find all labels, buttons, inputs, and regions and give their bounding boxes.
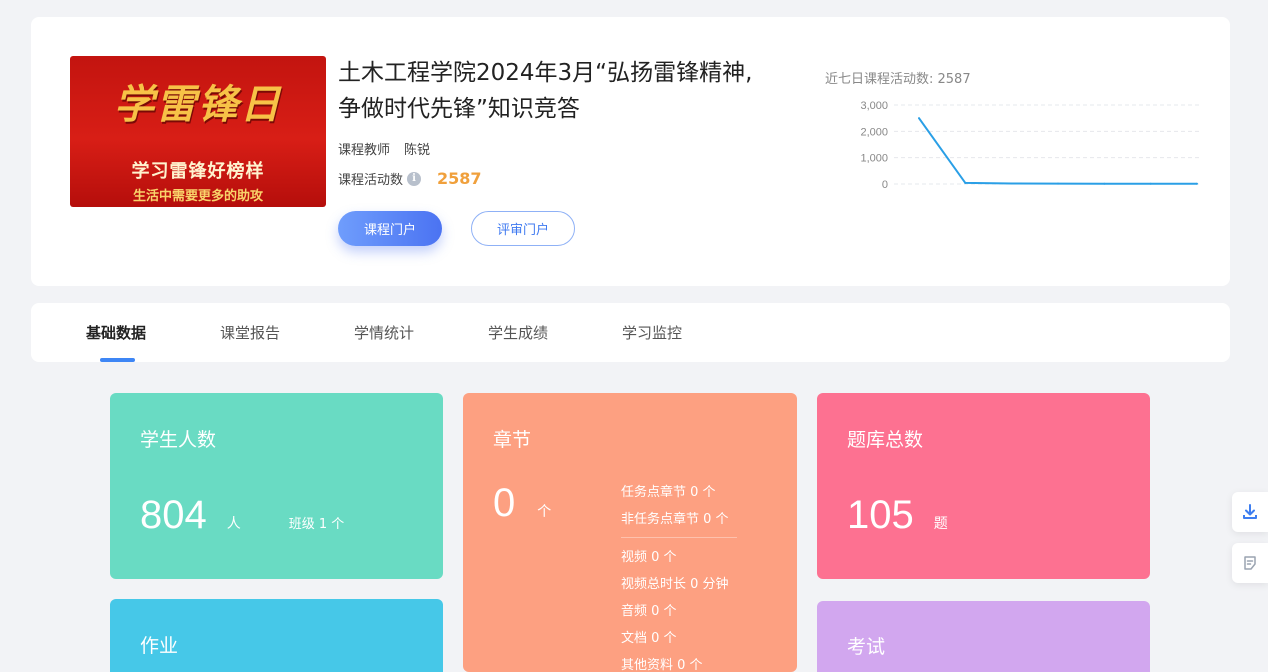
exam-card[interactable]: 考试 [817,601,1150,672]
chart-data-point [964,181,967,184]
tab-learning-stats[interactable]: 学情统计 [354,322,414,343]
activity-line-chart: 0 1,000 2,000 3,000 [860,100,1201,191]
info-icon[interactable]: i [407,171,422,186]
chart-y-tick-label: 2,000 [860,126,888,138]
active-tab-indicator [100,358,135,362]
activity-label: 课程活动数 [338,173,404,188]
course-portal-button[interactable]: 课程门户 [338,211,442,246]
cover-subtitle-1: 学习雷锋好榜样 [131,161,265,182]
chapter-details: 任务点章节 0 个 非任务点章节 0 个 视频 0 个 视频总时长 0 分钟 音… [621,479,737,672]
audio-count: 音频 0 个 [621,604,677,619]
notes-button[interactable] [1232,543,1268,583]
homework-card[interactable]: 作业 [110,599,443,672]
tab-class-report[interactable]: 课堂报告 [220,322,280,343]
course-title: 土木工程学院2024年3月“弘扬雷锋精神,争做时代先锋”知识竞答 [338,60,753,122]
chart-data-point [1010,182,1013,185]
course-cover-image[interactable]: 学雷锋日 学习雷锋好榜样 生活中需要更多的助攻 [70,56,326,207]
chapters-card[interactable]: 章节 0 个 任务点章节 0 个 非任务点章节 0 个 视频 0 个 视频总时长… [463,393,797,672]
question-bank-card[interactable]: 题库总数 105 题 [817,393,1150,579]
tab-basic-data[interactable]: 基础数据 [86,322,146,343]
student-count-unit: 人 [226,516,241,532]
chart-data-point [918,117,920,120]
student-count-title: 学生人数 [140,429,217,451]
document-count: 文档 0 个 [621,631,677,646]
chart-y-tick-label: 0 [882,179,888,191]
student-count-card[interactable]: 学生人数 804 人 班级 1 个 [110,393,443,579]
course-teacher: 课程教师 陈锐 [338,139,430,158]
chapters-value: 0 [493,481,516,525]
tab-bar: 基础数据 课堂报告 学情统计 学生成绩 学习监控 [31,303,1230,362]
teacher-name: 陈锐 [404,143,431,158]
tab-learning-monitor[interactable]: 学习监控 [622,322,682,343]
other-resources-count: 其他资料 0 个 [621,658,703,672]
course-info-card: 学雷锋日 学习雷锋好榜样 生活中需要更多的助攻 土木工程学院2024年3月“弘扬… [31,17,1230,286]
task-chapters: 任务点章节 0 个 [621,485,716,500]
video-duration: 视频总时长 0 分钟 [621,577,729,592]
chart-data-point [1057,182,1059,185]
details-divider [621,537,737,538]
chart-series-line [918,117,1197,185]
teacher-label: 课程教师 [338,143,391,158]
question-bank-unit: 题 [933,516,948,532]
download-icon [1243,504,1257,519]
chart-title: 近七日课程活动数: 2587 [825,72,971,87]
chart-y-tick-label: 1,000 [860,153,888,165]
non-task-chapters: 非任务点章节 0 个 [621,512,729,527]
activity-count: 2587 [437,169,482,188]
video-count: 视频 0 个 [621,550,677,565]
question-bank-value: 105 [847,493,914,537]
chart-data-point [1149,182,1152,185]
class-count: 班级 1 个 [288,517,345,532]
tab-student-grades[interactable]: 学生成绩 [488,322,548,343]
cover-subtitle-2: 生活中需要更多的助攻 [132,189,263,204]
notes-icon [1244,556,1256,570]
cover-big-text: 学雷锋日 [114,81,282,128]
student-count-value: 804 [140,493,207,537]
homework-title: 作业 [140,635,179,657]
chapters-title: 章节 [493,429,532,451]
question-bank-title: 题库总数 [847,429,924,451]
chart-y-tick-label: 3,000 [860,100,888,112]
review-portal-button[interactable]: 评审门户 [471,211,575,246]
download-button[interactable] [1232,492,1268,532]
chart-data-point [1103,182,1106,185]
course-activity: 课程活动数 i 2587 [338,169,482,188]
chart-data-point [1196,182,1198,185]
exam-title: 考试 [847,636,886,658]
chapters-unit: 个 [537,504,552,520]
